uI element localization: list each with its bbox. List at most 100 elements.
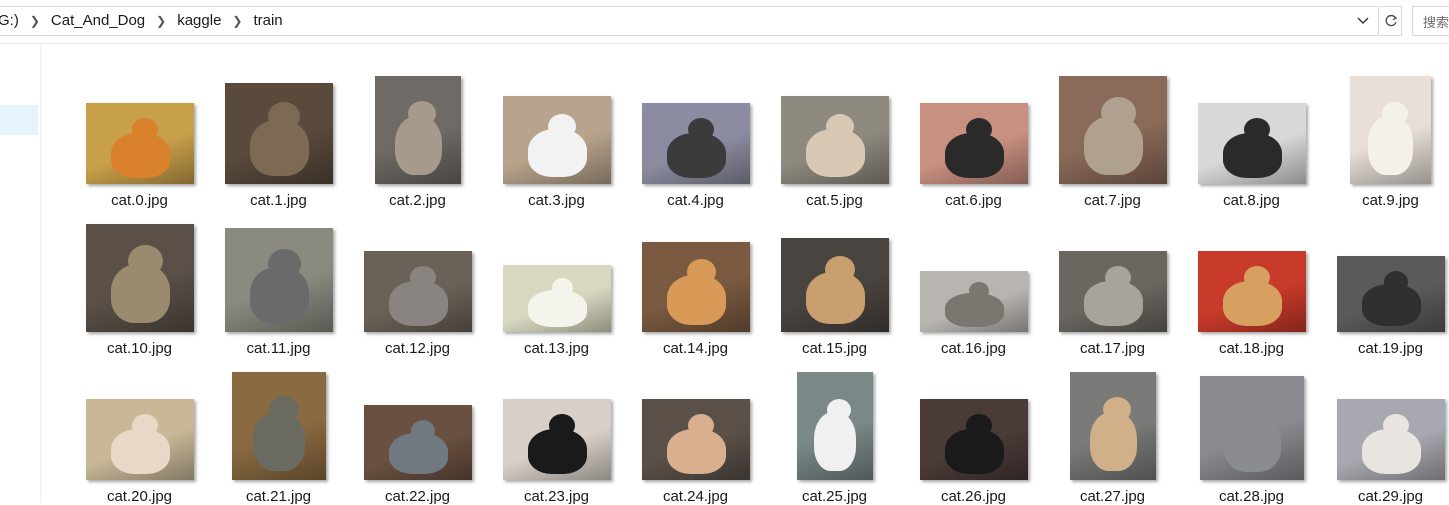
cat-thumbnail-image[interactable] xyxy=(503,399,611,480)
file-item[interactable]: cat.18.jpg xyxy=(1182,208,1321,357)
cat-thumbnail-image[interactable] xyxy=(86,399,194,480)
cat-thumbnail-image[interactable] xyxy=(364,251,472,332)
file-name-label[interactable]: cat.2.jpg xyxy=(348,192,487,209)
cat-thumbnail-image[interactable] xyxy=(503,265,611,332)
breadcrumb-item-train[interactable]: train xyxy=(247,7,288,35)
cat-thumbnail-image[interactable] xyxy=(1200,376,1304,480)
refresh-icon[interactable] xyxy=(1380,6,1402,36)
file-name-label[interactable]: cat.17.jpg xyxy=(1043,340,1182,357)
file-item[interactable]: cat.3.jpg xyxy=(487,60,626,209)
file-name-label[interactable]: cat.20.jpg xyxy=(70,488,209,505)
file-name-label[interactable]: cat.8.jpg xyxy=(1182,192,1321,209)
breadcrumb-separator-icon[interactable]: ❯ xyxy=(151,7,171,35)
thumbnail-area[interactable] xyxy=(626,60,765,188)
cat-thumbnail-image[interactable] xyxy=(642,242,750,332)
file-item[interactable]: cat.28.jpg xyxy=(1182,356,1321,505)
cat-thumbnail-image[interactable] xyxy=(920,399,1028,480)
file-item[interactable]: cat.21.jpg xyxy=(209,356,348,505)
thumbnail-area[interactable] xyxy=(209,356,348,484)
file-item[interactable]: cat.27.jpg xyxy=(1043,356,1182,505)
thumbnail-area[interactable] xyxy=(904,208,1043,336)
thumbnail-area[interactable] xyxy=(1182,208,1321,336)
file-name-label[interactable]: cat.13.jpg xyxy=(487,340,626,357)
file-list[interactable]: cat.0.jpg cat.1.jpg cat.2.jpg cat.3.jpg cat.… xyxy=(41,44,1449,505)
file-item[interactable]: cat.2.jpg xyxy=(348,60,487,209)
file-item[interactable]: cat.14.jpg xyxy=(626,208,765,357)
cat-thumbnail-image[interactable] xyxy=(920,271,1028,332)
file-name-label[interactable]: cat.25.jpg xyxy=(765,488,904,505)
cat-thumbnail-image[interactable] xyxy=(642,399,750,480)
file-name-label[interactable]: cat.9.jpg xyxy=(1321,192,1449,209)
thumbnail-area[interactable] xyxy=(487,208,626,336)
file-name-label[interactable]: cat.4.jpg xyxy=(626,192,765,209)
file-name-label[interactable]: cat.5.jpg xyxy=(765,192,904,209)
file-item[interactable]: cat.15.jpg xyxy=(765,208,904,357)
thumbnail-area[interactable] xyxy=(70,208,209,336)
file-item[interactable]: cat.8.jpg xyxy=(1182,60,1321,209)
cat-thumbnail-image[interactable] xyxy=(503,96,611,184)
cat-thumbnail-image[interactable] xyxy=(1059,251,1167,332)
file-name-label[interactable]: cat.27.jpg xyxy=(1043,488,1182,505)
cat-thumbnail-image[interactable] xyxy=(86,103,194,184)
file-name-label[interactable]: cat.18.jpg xyxy=(1182,340,1321,357)
file-name-label[interactable]: cat.1.jpg xyxy=(209,192,348,209)
thumbnail-area[interactable] xyxy=(70,60,209,188)
file-name-label[interactable]: cat.7.jpg xyxy=(1043,192,1182,209)
cat-thumbnail-image[interactable] xyxy=(225,83,333,184)
file-item[interactable]: cat.10.jpg xyxy=(70,208,209,357)
breadcrumb-item-kaggle[interactable]: kaggle xyxy=(171,7,227,35)
cat-thumbnail-image[interactable] xyxy=(375,76,461,184)
file-name-label[interactable]: cat.11.jpg xyxy=(209,340,348,357)
file-item[interactable]: cat.24.jpg xyxy=(626,356,765,505)
breadcrumb-separator-icon[interactable]: ❯ xyxy=(25,7,45,35)
file-name-label[interactable]: cat.24.jpg xyxy=(626,488,765,505)
thumbnail-area[interactable] xyxy=(1321,208,1449,336)
thumbnail-area[interactable] xyxy=(1043,356,1182,484)
thumbnail-area[interactable] xyxy=(765,60,904,188)
cat-thumbnail-image[interactable] xyxy=(642,103,750,184)
thumbnail-area[interactable] xyxy=(348,60,487,188)
cat-thumbnail-image[interactable] xyxy=(781,96,889,184)
file-item[interactable]: cat.20.jpg xyxy=(70,356,209,505)
file-item[interactable]: cat.16.jpg xyxy=(904,208,1043,357)
cat-thumbnail-image[interactable] xyxy=(797,372,873,480)
thumbnail-area[interactable] xyxy=(70,356,209,484)
nav-selected-item[interactable] xyxy=(0,105,38,135)
file-item[interactable]: cat.26.jpg xyxy=(904,356,1043,505)
file-item[interactable]: cat.13.jpg xyxy=(487,208,626,357)
file-item[interactable]: cat.12.jpg xyxy=(348,208,487,357)
cat-thumbnail-image[interactable] xyxy=(232,372,326,480)
file-name-label[interactable]: cat.16.jpg xyxy=(904,340,1043,357)
thumbnail-area[interactable] xyxy=(209,208,348,336)
thumbnail-area[interactable] xyxy=(1182,60,1321,188)
file-name-label[interactable]: cat.0.jpg xyxy=(70,192,209,209)
cat-thumbnail-image[interactable] xyxy=(364,405,472,480)
file-item[interactable]: cat.29.jpg xyxy=(1321,356,1449,505)
cat-thumbnail-image[interactable] xyxy=(86,224,194,332)
file-item[interactable]: cat.7.jpg xyxy=(1043,60,1182,209)
file-item[interactable]: cat.23.jpg xyxy=(487,356,626,505)
file-name-label[interactable]: cat.10.jpg xyxy=(70,340,209,357)
address-bar[interactable]: G:) ❯ Cat_And_Dog ❯ kaggle ❯ train xyxy=(0,6,1379,36)
breadcrumb-drive[interactable]: G:) xyxy=(0,7,25,35)
chevron-down-icon[interactable] xyxy=(1356,7,1370,35)
file-name-label[interactable]: cat.26.jpg xyxy=(904,488,1043,505)
breadcrumb-item-cat-and-dog[interactable]: Cat_And_Dog xyxy=(45,7,151,35)
file-name-label[interactable]: cat.15.jpg xyxy=(765,340,904,357)
thumbnail-area[interactable] xyxy=(904,60,1043,188)
cat-thumbnail-image[interactable] xyxy=(1070,372,1156,480)
thumbnail-area[interactable] xyxy=(348,356,487,484)
file-item[interactable]: cat.25.jpg xyxy=(765,356,904,505)
breadcrumb-separator-icon[interactable]: ❯ xyxy=(227,7,247,35)
thumbnail-area[interactable] xyxy=(348,208,487,336)
thumbnail-area[interactable] xyxy=(487,356,626,484)
thumbnail-area[interactable] xyxy=(1321,60,1449,188)
cat-thumbnail-image[interactable] xyxy=(920,103,1028,184)
file-item[interactable]: cat.4.jpg xyxy=(626,60,765,209)
thumbnail-area[interactable] xyxy=(1043,60,1182,188)
file-name-label[interactable]: cat.14.jpg xyxy=(626,340,765,357)
file-name-label[interactable]: cat.23.jpg xyxy=(487,488,626,505)
thumbnail-area[interactable] xyxy=(765,208,904,336)
file-item[interactable]: cat.1.jpg xyxy=(209,60,348,209)
file-item[interactable]: cat.19.jpg xyxy=(1321,208,1449,357)
